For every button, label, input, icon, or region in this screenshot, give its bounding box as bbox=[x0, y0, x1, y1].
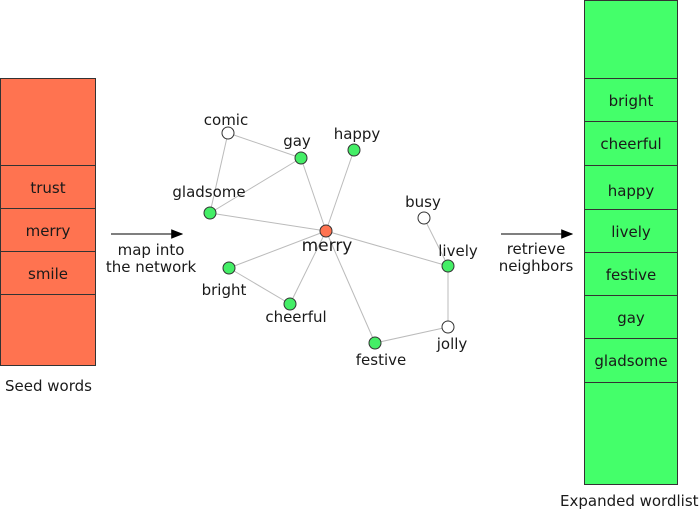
label-line: retrieve bbox=[506, 240, 566, 258]
node-label-jolly: jolly bbox=[436, 335, 468, 353]
node-label-happy: happy bbox=[334, 125, 381, 143]
label-line: map into bbox=[117, 241, 185, 259]
edge-comic-gladsome bbox=[209, 132, 229, 214]
node-label-bright: bright bbox=[202, 281, 247, 299]
node-label-cheerful: cheerful bbox=[265, 308, 326, 326]
edge-gladsome-merry bbox=[209, 212, 327, 232]
node-busy bbox=[417, 211, 431, 225]
node-label-gladsome: gladsome bbox=[172, 183, 245, 201]
node-lively bbox=[441, 259, 455, 273]
node-gay bbox=[294, 151, 308, 165]
label-line: the network bbox=[105, 258, 197, 276]
retrieve-neighbors-label: retrieve neighbors bbox=[488, 241, 584, 275]
edge-gay-merry bbox=[300, 157, 327, 232]
node-gladsome bbox=[203, 206, 217, 220]
node-label-gay: gay bbox=[283, 132, 311, 150]
edge-happy-merry bbox=[325, 149, 355, 232]
node-festive bbox=[368, 336, 382, 350]
node-label-busy: busy bbox=[405, 193, 441, 211]
node-label-lively: lively bbox=[438, 242, 478, 260]
node-bright bbox=[222, 261, 236, 275]
node-label-comic: comic bbox=[204, 111, 248, 129]
node-label-festive: festive bbox=[356, 351, 406, 369]
node-jolly bbox=[441, 320, 455, 334]
label-line: neighbors bbox=[498, 257, 574, 275]
node-label-merry: merry bbox=[302, 236, 353, 256]
map-into-network-label: map into the network bbox=[96, 242, 206, 276]
node-happy bbox=[347, 143, 361, 157]
